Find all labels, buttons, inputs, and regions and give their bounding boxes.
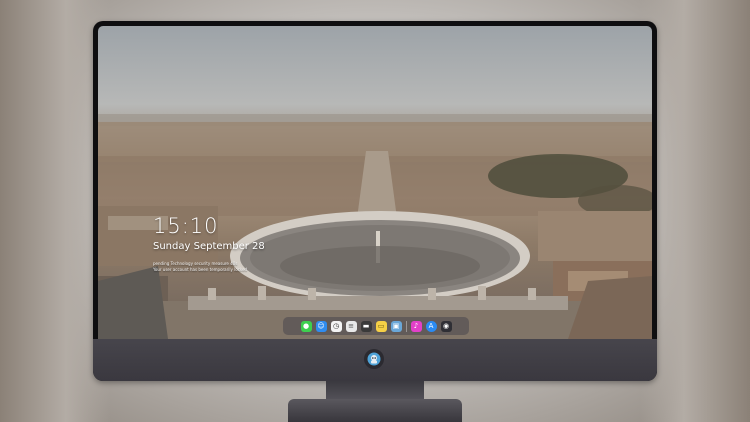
stickies-icon[interactable]: ▭ [375,320,387,332]
music-icon[interactable]: ♪ [410,320,422,332]
monitor: 15:10 Sunday September 28 pending Techno… [93,21,657,381]
clapper-icon[interactable]: ▬ [360,320,372,332]
preview-icon[interactable]: ▣ [390,320,402,332]
lock-notice-line1: pending Technology security measure 40s [153,261,238,266]
screen: 15:10 Sunday September 28 pending Techno… [98,26,652,339]
messages-icon[interactable]: ● [300,320,312,332]
brand-logo-icon [364,349,384,369]
dock-divider [405,320,407,332]
monitor-stand-base [288,399,462,422]
camera-icon[interactable]: ◉ [440,320,452,332]
monitor-stand-neck [326,381,424,401]
dock: ● ☺ ◷ ≡ ▬ ▭ ▣ ♪ A ◉ [283,317,469,335]
wallpaper-cityscape [98,114,652,339]
clock-icon[interactable]: ◷ [330,320,342,332]
finder-icon[interactable]: ☺ [315,320,327,332]
notes-icon[interactable]: ≡ [345,320,357,332]
lock-date: Sunday September 28 [153,241,265,252]
monitor-chin [93,339,657,381]
lock-time: 15:10 [153,214,219,238]
lock-notice-line2: Your user account has been temporarily l… [153,267,248,272]
appstore-icon[interactable]: A [425,320,437,332]
